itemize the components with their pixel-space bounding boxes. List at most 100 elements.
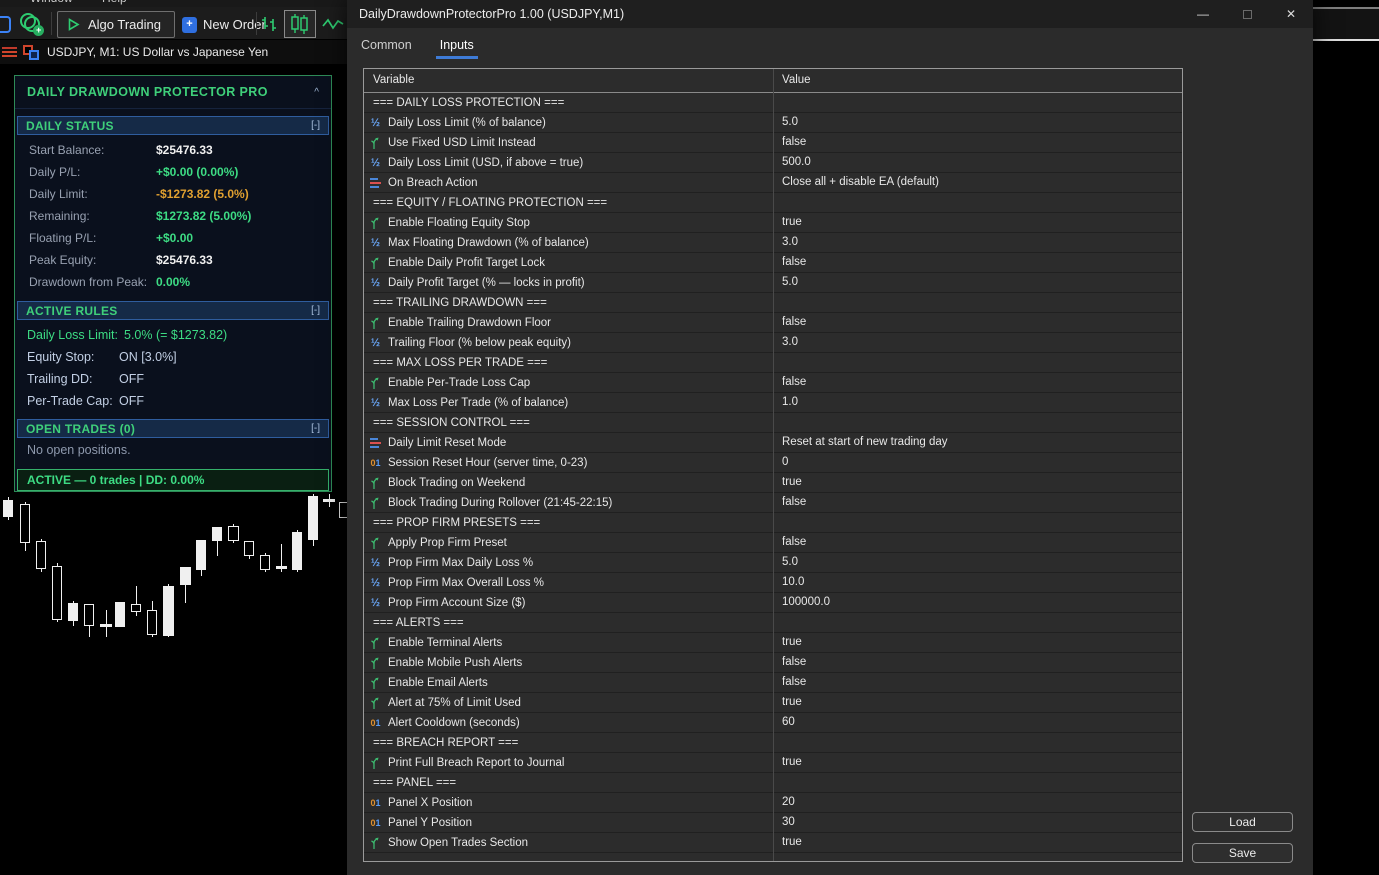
save-button[interactable]: Save <box>1192 843 1293 863</box>
value-cell[interactable]: 10.0 <box>773 573 1182 592</box>
value-cell[interactable]: 5.0 <box>773 273 1182 292</box>
menu-window[interactable]: Window <box>30 0 73 5</box>
value-cell[interactable]: 30 <box>773 813 1182 832</box>
panel-collapse-icon[interactable]: ^ <box>314 87 319 98</box>
variable-cell: ½ Max Loss Per Trade (% of balance) <box>364 393 773 412</box>
boolean-type-icon <box>369 836 382 849</box>
value-cell[interactable]: false <box>773 493 1182 512</box>
value-cell[interactable]: 5.0 <box>773 553 1182 572</box>
variable-cell: Apply Prop Firm Preset <box>364 533 773 552</box>
candlestick-chart-button[interactable] <box>284 10 316 38</box>
bar-chart-icon[interactable] <box>260 15 279 33</box>
variable-cell: Use Fixed USD Limit Instead <box>364 133 773 152</box>
variable-name: Enable Terminal Alerts <box>388 636 503 649</box>
value-cell[interactable]: 1.0 <box>773 393 1182 412</box>
value-cell[interactable]: 3.0 <box>773 233 1182 252</box>
chart-window-icon[interactable] <box>23 44 39 60</box>
rule-label: Trailing DD: <box>27 372 93 386</box>
variable-cell: ½ Prop Firm Max Overall Loss % <box>364 573 773 592</box>
candle-body <box>212 527 222 541</box>
variable-cell: Enable Mobile Push Alerts <box>364 653 773 672</box>
variable-cell: Block Trading on Weekend <box>364 473 773 492</box>
value-cell <box>773 413 1182 432</box>
value-cell[interactable]: true <box>773 473 1182 492</box>
value-cell[interactable]: true <box>773 633 1182 652</box>
boolean-type-icon <box>369 676 382 689</box>
value-cell[interactable]: false <box>773 373 1182 392</box>
variable-name: Daily Loss Limit (USD, if above = true) <box>388 156 584 169</box>
value-cell[interactable]: 3.0 <box>773 333 1182 352</box>
variable-name: Enable Daily Profit Target Lock <box>388 256 546 269</box>
value-cell[interactable]: 100000.0 <box>773 593 1182 612</box>
value-cell[interactable]: 500.0 <box>773 153 1182 172</box>
tab-common[interactable]: Common <box>359 32 414 58</box>
algo-trading-label: Algo Trading <box>88 17 161 32</box>
variable-name: Daily Loss Limit (% of balance) <box>388 116 546 129</box>
value-cell <box>773 93 1182 112</box>
market-watch-icon[interactable] <box>2 45 17 59</box>
value-cell[interactable]: 20 <box>773 793 1182 812</box>
value-cell[interactable]: true <box>773 753 1182 772</box>
value-cell[interactable]: false <box>773 673 1182 692</box>
value-cell <box>773 353 1182 372</box>
variable-name: Panel Y Position <box>388 816 472 829</box>
symbol-description[interactable]: USDJPY, M1: US Dollar vs Japanese Yen <box>47 45 268 59</box>
value-cell[interactable]: true <box>773 213 1182 232</box>
column-divider[interactable] <box>773 69 774 861</box>
status-label: Start Balance: <box>29 143 105 157</box>
collapse-toggle[interactable]: [-] <box>311 423 320 434</box>
minimize-button[interactable]: — <box>1181 0 1225 28</box>
inputs-table: Variable Value === DAILY LOSS PROTECTION… <box>363 68 1183 862</box>
value-cell[interactable]: Reset at start of new trading day <box>773 433 1182 452</box>
copy-trading-icon[interactable]: + <box>20 13 44 36</box>
candle-body <box>115 602 125 627</box>
line-chart-icon[interactable] <box>322 17 344 31</box>
status-label: Drawdown from Peak: <box>29 275 148 289</box>
collapse-toggle[interactable]: [-] <box>311 305 320 316</box>
value-cell <box>773 613 1182 632</box>
algo-trading-button[interactable]: Algo Trading <box>57 11 175 38</box>
tab-inputs[interactable]: Inputs <box>435 32 478 59</box>
value-cell[interactable]: 0 <box>773 453 1182 472</box>
double-type-icon: ½ <box>370 396 381 409</box>
candle-body <box>36 541 46 569</box>
screen: Window Help + Algo Trading + New Order <box>0 0 1379 875</box>
value-cell[interactable]: false <box>773 253 1182 272</box>
toolbar-left-partial-icon[interactable] <box>0 16 11 33</box>
rule-value: OFF <box>119 372 144 386</box>
new-order-button[interactable]: + New Order <box>182 11 266 38</box>
value-cell[interactable]: true <box>773 693 1182 712</box>
value-cell[interactable]: true <box>773 833 1182 852</box>
menu-help[interactable]: Help <box>102 0 127 5</box>
boolean-type-icon <box>369 476 382 489</box>
value-cell[interactable]: Close all + disable EA (default) <box>773 173 1182 192</box>
value-cell[interactable]: 5.0 <box>773 113 1182 132</box>
value-cell[interactable]: false <box>773 313 1182 332</box>
double-type-icon: ½ <box>370 576 381 589</box>
rule-value: OFF <box>119 394 144 408</box>
variable-name: === DAILY LOSS PROTECTION === <box>373 96 565 109</box>
value-cell[interactable]: false <box>773 133 1182 152</box>
rule-row: Trailing DD: OFF <box>27 368 323 390</box>
variable-name: Panel X Position <box>388 796 473 809</box>
rule-row: Daily Loss Limit: 5.0% (= $1273.82) <box>27 324 323 346</box>
status-label: Daily P/L: <box>29 165 81 179</box>
close-button[interactable]: ✕ <box>1269 0 1313 28</box>
value-cell[interactable]: 60 <box>773 713 1182 732</box>
variable-cell: Enable Trailing Drawdown Floor <box>364 313 773 332</box>
variable-cell: === MAX LOSS PER TRADE === <box>364 353 773 372</box>
integer-type-icon: 01 <box>370 717 381 728</box>
value-cell[interactable]: false <box>773 533 1182 552</box>
value-cell[interactable]: false <box>773 653 1182 672</box>
double-type-icon: ½ <box>370 276 381 289</box>
collapse-toggle[interactable]: [-] <box>311 120 320 131</box>
variable-cell: ½ Trailing Floor (% below peak equity) <box>364 333 773 352</box>
variable-cell: Daily Limit Reset Mode <box>364 433 773 452</box>
status-value: $1273.82 (5.00%) <box>156 209 252 223</box>
load-button[interactable]: Load <box>1192 812 1293 832</box>
dialog-titlebar[interactable]: DailyDrawdownProtectorPro 1.00 (USDJPY,M… <box>347 0 1313 28</box>
no-positions-text: No open positions. <box>27 443 131 457</box>
variable-name: === MAX LOSS PER TRADE === <box>373 356 548 369</box>
candle-body <box>3 500 13 517</box>
maximize-button[interactable] <box>1225 0 1269 28</box>
